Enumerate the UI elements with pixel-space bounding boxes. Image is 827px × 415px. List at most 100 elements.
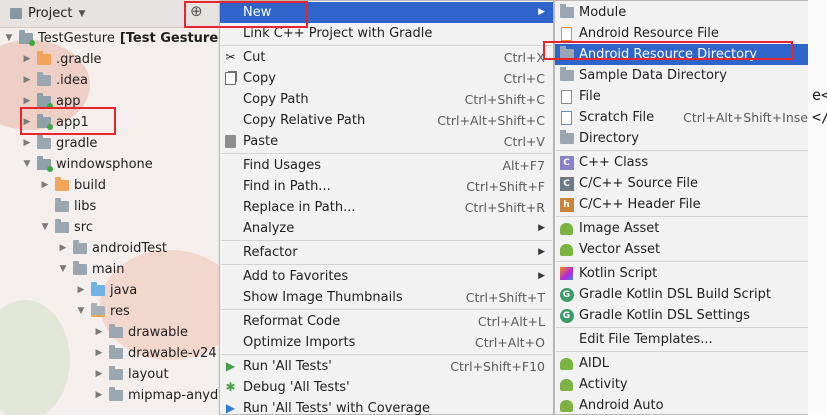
- menu-item-debug-all-tests[interactable]: ✱ Debug 'All Tests': [220, 377, 553, 398]
- tree-node-label: main: [92, 262, 125, 277]
- menu-item-add-to-favorites[interactable]: Add to Favorites ▶: [220, 266, 553, 287]
- menu-item-image-asset[interactable]: Image Asset: [555, 218, 826, 239]
- menu-item-shortcut: Ctrl+Alt+L: [477, 314, 545, 329]
- menu-item-gradle-kotlin-dsl-settings[interactable]: G Gradle Kotlin DSL Settings: [555, 305, 826, 326]
- tree-node-label: build: [74, 178, 106, 193]
- expand-right-icon[interactable]: ▶: [94, 322, 104, 343]
- expand-right-icon[interactable]: ▶: [94, 343, 104, 364]
- menu-item-c-c-source-file[interactable]: C C/C++ Source File: [555, 173, 826, 194]
- menu-item-reformat-code[interactable]: Reformat Code Ctrl+Alt+L: [220, 311, 553, 332]
- tree-node[interactable]: ▶ mipmap-anydp: [94, 385, 219, 406]
- project-context-menu: New ▶ Link C++ Project with Gradle ✂ Cut Ctrl…: [219, 0, 554, 415]
- gradle-icon: G: [559, 287, 574, 302]
- menu-item-vector-asset[interactable]: Vector Asset: [555, 239, 826, 260]
- tree-node[interactable]: ▶ java: [76, 280, 137, 301]
- menu-item-shortcut: Ctrl+Alt+O: [475, 335, 545, 350]
- expand-down-icon[interactable]: ▼: [22, 154, 32, 175]
- expand-right-icon[interactable]: ▶: [22, 70, 32, 91]
- chevron-down-icon[interactable]: ▼: [78, 9, 85, 19]
- tree-node[interactable]: ▼TestGesture[Test Gesture]E:\: [4, 28, 219, 49]
- menu-item-run-all-tests-with-coverage[interactable]: ▶ Run 'All Tests' with Coverage: [220, 398, 553, 415]
- menu-item-copy-path[interactable]: Copy Path Ctrl+Shift+C: [220, 89, 553, 110]
- menu-item-refactor[interactable]: Refactor ▶: [220, 242, 553, 263]
- android-icon: [559, 242, 574, 257]
- tree-node[interactable]: ▶ .idea: [22, 70, 88, 91]
- tree-node[interactable]: ▼ res: [76, 301, 130, 322]
- expand-down-icon[interactable]: ▼: [58, 259, 68, 280]
- tree-node[interactable]: ▶ .gradle: [22, 49, 102, 70]
- menu-item-directory[interactable]: Directory: [555, 128, 826, 149]
- menu-item-module[interactable]: Module: [555, 2, 826, 23]
- menu-item-show-image-thumbnails[interactable]: Show Image Thumbnails Ctrl+Shift+T: [220, 287, 553, 308]
- menu-item-gradle-kotlin-dsl-build-script[interactable]: G Gradle Kotlin DSL Build Script: [555, 284, 826, 305]
- menu-item-activity[interactable]: Activity▶: [555, 374, 826, 395]
- expand-right-icon[interactable]: ▶: [40, 175, 50, 196]
- menu-item-run-all-tests[interactable]: ▶ Run 'All Tests' Ctrl+Shift+F10: [220, 356, 553, 377]
- scratch-icon: [559, 110, 574, 125]
- tree-node[interactable]: ▼ windowsphone: [22, 154, 153, 175]
- editor-line: e<: [812, 86, 827, 104]
- menu-item-label: Find in Path...: [243, 179, 331, 194]
- menu-item-label: Analyze: [243, 221, 295, 236]
- expand-down-icon[interactable]: ▼: [40, 217, 50, 238]
- menu-item-replace-in-path[interactable]: Replace in Path... Ctrl+Shift+R: [220, 197, 553, 218]
- tree-node[interactable]: ▶ androidTest: [58, 238, 167, 259]
- menu-item-shortcut: Ctrl+C: [503, 71, 545, 86]
- menu-item-label: Refactor: [243, 245, 298, 260]
- expand-right-icon[interactable]: ▶: [76, 280, 86, 301]
- menu-item-shortcut: Ctrl+Alt+Shift+C: [437, 113, 545, 128]
- menu-item-paste[interactable]: Paste Ctrl+V: [220, 131, 553, 152]
- menu-item-label: Optimize Imports: [243, 335, 356, 350]
- menu-item-analyze[interactable]: Analyze ▶: [220, 218, 553, 239]
- tree-node-label: res: [110, 304, 130, 319]
- menu-item-shortcut: Ctrl+V: [503, 134, 545, 149]
- folder-icon: [559, 4, 574, 20]
- expand-right-icon[interactable]: ▶: [58, 238, 68, 259]
- menu-separator: [556, 261, 825, 262]
- menu-item-find-usages[interactable]: Find Usages Alt+F7: [220, 155, 553, 176]
- menu-item-c-c-header-file[interactable]: h C/C++ Header File: [555, 194, 826, 215]
- menu-item-optimize-imports[interactable]: Optimize Imports Ctrl+Alt+O: [220, 332, 553, 353]
- menu-item-file[interactable]: File: [555, 86, 826, 107]
- menu-item-edit-file-templates[interactable]: Edit File Templates...: [555, 329, 826, 350]
- tree-node[interactable]: ▶ drawable: [94, 322, 188, 343]
- expand-right-icon[interactable]: ▶: [94, 364, 104, 385]
- new-target-icon: ⊕: [190, 2, 203, 20]
- menu-item-label: Scratch File: [579, 110, 655, 125]
- menu-item-c-class[interactable]: C C++ Class: [555, 152, 826, 173]
- tree-node-label: src: [74, 220, 93, 235]
- menu-item-shortcut: Ctrl+X: [503, 50, 545, 65]
- menu-item-copy[interactable]: Copy Ctrl+C: [220, 68, 553, 89]
- menu-item-label: Find Usages: [243, 158, 322, 173]
- tree-node[interactable]: ▶ layout: [94, 364, 169, 385]
- expand-right-icon[interactable]: ▶: [22, 133, 32, 154]
- tree-node-label: libs: [74, 199, 97, 214]
- menu-item-label: Run 'All Tests': [243, 359, 332, 374]
- menu-item-kotlin-script[interactable]: Kotlin Script: [555, 263, 826, 284]
- tree-node[interactable]: ▶ build: [40, 175, 106, 196]
- menu-item-find-in-path[interactable]: Find in Path... Ctrl+Shift+F: [220, 176, 553, 197]
- menu-item-sample-data-directory[interactable]: Sample Data Directory: [555, 65, 826, 86]
- project-pane-title[interactable]: Project: [28, 6, 72, 21]
- tree-node[interactable]: ▼ src: [40, 217, 93, 238]
- menu-item-scratch-file[interactable]: Scratch File Ctrl+Alt+Shift+Insert: [555, 107, 826, 128]
- tree-node[interactable]: ▼ main: [58, 259, 124, 280]
- menu-item-cut[interactable]: ✂ Cut Ctrl+X: [220, 47, 553, 68]
- tree-node[interactable]: ▶ drawable-v24: [94, 343, 217, 364]
- menu-item-label: Replace in Path...: [243, 200, 356, 215]
- module-display-name: [Test Gesture]: [119, 31, 219, 46]
- expand-right-icon[interactable]: ▶: [22, 49, 32, 70]
- menu-item-label: Sample Data Directory: [579, 68, 727, 83]
- expand-down-icon[interactable]: ▼: [4, 28, 14, 49]
- menu-item-android-auto[interactable]: Android Auto▶: [555, 395, 826, 415]
- tree-node[interactable]: ▶ gradle: [22, 133, 97, 154]
- res-folder-icon: [91, 303, 105, 317]
- menu-separator: [221, 309, 552, 310]
- menu-item-copy-relative-path[interactable]: Copy Relative Path Ctrl+Alt+Shift+C: [220, 110, 553, 131]
- menu-item-label: Edit File Templates...: [579, 332, 713, 347]
- expand-right-icon[interactable]: ▶: [94, 385, 104, 406]
- menu-item-aidl[interactable]: AIDL▶: [555, 353, 826, 374]
- expand-down-icon[interactable]: ▼: [76, 301, 86, 322]
- tree-node[interactable]: libs: [40, 196, 96, 217]
- wallpaper-leaf: [0, 300, 70, 415]
